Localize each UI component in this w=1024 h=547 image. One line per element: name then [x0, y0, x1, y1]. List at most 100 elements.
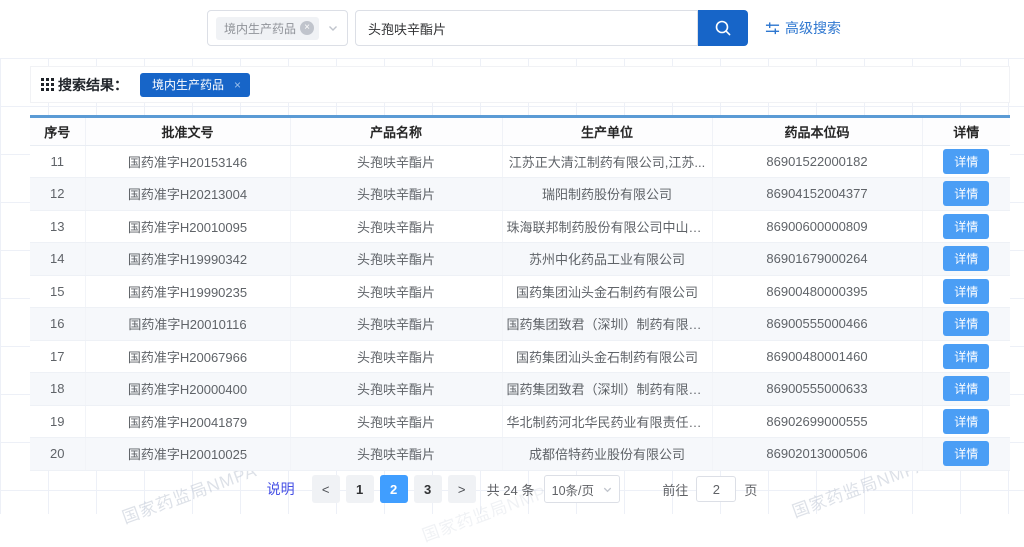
goto-page-group: 前往 页: [662, 476, 757, 502]
table-row: 16国药准字H20010116头孢呋辛酯片国药集团致君（深圳）制药有限公...8…: [30, 308, 1010, 341]
cell-detail: 详情: [922, 340, 1010, 373]
search-category-select[interactable]: 境内生产药品 ×: [207, 10, 348, 46]
column-header-detail: 详情: [922, 118, 1010, 145]
table-row: 11国药准字H20153146头孢呋辛酯片江苏正大清江制药有限公司,江苏...8…: [30, 145, 1010, 178]
results-label-text: 搜索结果：: [58, 75, 128, 95]
grid-icon: [41, 78, 54, 91]
cell-approval: 国药准字H20213004: [85, 178, 290, 211]
goto-prefix-label: 前往: [662, 480, 688, 499]
cell-approval: 国药准字H20041879: [85, 405, 290, 438]
cell-manufacturer: 国药集团汕头金石制药有限公司: [502, 340, 712, 373]
cell-manufacturer: 江苏正大清江制药有限公司,江苏...: [502, 145, 712, 178]
cell-code: 86902013000506: [712, 438, 922, 471]
table-row: 13国药准字H20010095头孢呋辛酯片珠海联邦制药股份有限公司中山分...8…: [30, 210, 1010, 243]
chevron-down-icon: [327, 22, 339, 34]
detail-button[interactable]: 详情: [943, 344, 989, 369]
cell-seq: 17: [30, 340, 85, 373]
detail-button[interactable]: 详情: [943, 409, 989, 434]
cell-approval: 国药准字H20010116: [85, 308, 290, 341]
table-row: 20国药准字H20010025头孢呋辛酯片成都倍特药业股份有限公司8690201…: [30, 438, 1010, 471]
column-header-manufacturer: 生产单位: [502, 118, 712, 145]
cell-manufacturer: 国药集团汕头金石制药有限公司: [502, 275, 712, 308]
table-row: 18国药准字H20000400头孢呋辛酯片国药集团致君（深圳）制药有限公...8…: [30, 373, 1010, 406]
table-header-row: 序号 批准文号 产品名称 生产单位 药品本位码 详情: [30, 118, 1010, 145]
next-page-button[interactable]: >: [448, 475, 476, 503]
table-row: 14国药准字H19990342头孢呋辛酯片苏州中化药品工业有限公司8690167…: [30, 243, 1010, 276]
search-results-bar: 搜索结果： 境内生产药品 ×: [30, 66, 1010, 103]
detail-button[interactable]: 详情: [943, 311, 989, 336]
page-size-value: 10条/页: [552, 480, 594, 499]
cell-detail: 详情: [922, 405, 1010, 438]
cell-code: 86900555000466: [712, 308, 922, 341]
cell-code: 86904152004377: [712, 178, 922, 211]
cell-detail: 详情: [922, 438, 1010, 471]
cell-approval: 国药准字H20067966: [85, 340, 290, 373]
cell-product: 头孢呋辛酯片: [290, 243, 502, 276]
cell-code: 86900480001460: [712, 340, 922, 373]
cell-approval: 国药准字H20153146: [85, 145, 290, 178]
cell-code: 86900600000809: [712, 210, 922, 243]
tag-close-icon[interactable]: ×: [234, 78, 241, 92]
cell-manufacturer: 成都倍特药业股份有限公司: [502, 438, 712, 471]
page-size-select[interactable]: 10条/页: [544, 475, 620, 503]
detail-button[interactable]: 详情: [943, 279, 989, 304]
cell-product: 头孢呋辛酯片: [290, 210, 502, 243]
cell-code: 86900555000633: [712, 373, 922, 406]
results-filter-tag-label: 境内生产药品: [152, 76, 224, 93]
cell-detail: 详情: [922, 373, 1010, 406]
cell-code: 86901679000264: [712, 243, 922, 276]
advanced-search-link[interactable]: 高级搜索: [765, 10, 841, 46]
cell-approval: 国药准字H19990235: [85, 275, 290, 308]
cell-product: 头孢呋辛酯片: [290, 178, 502, 211]
column-header-code: 药品本位码: [712, 118, 922, 145]
cell-approval: 国药准字H19990342: [85, 243, 290, 276]
cell-detail: 详情: [922, 275, 1010, 308]
cell-product: 头孢呋辛酯片: [290, 373, 502, 406]
table-body: 11国药准字H20153146头孢呋辛酯片江苏正大清江制药有限公司,江苏...8…: [30, 145, 1010, 470]
results-filter-tag[interactable]: 境内生产药品 ×: [140, 73, 250, 97]
cell-manufacturer: 苏州中化药品工业有限公司: [502, 243, 712, 276]
cell-detail: 详情: [922, 308, 1010, 341]
note-link[interactable]: 说明: [267, 479, 295, 499]
cell-code: 86900480000395: [712, 275, 922, 308]
cell-approval: 国药准字H20010095: [85, 210, 290, 243]
table-row: 15国药准字H19990235头孢呋辛酯片国药集团汕头金石制药有限公司86900…: [30, 275, 1010, 308]
total-count-text: 共 24 条: [487, 480, 535, 499]
search-icon: [713, 18, 733, 38]
cell-product: 头孢呋辛酯片: [290, 405, 502, 438]
advanced-search-label: 高级搜索: [785, 18, 841, 38]
cell-seq: 19: [30, 405, 85, 438]
content-area: 国家药监局NMPA 国家药监局NMPA 国家药监局NMPA 搜索结果： 境内生产…: [0, 58, 1024, 514]
cell-seq: 14: [30, 243, 85, 276]
cell-manufacturer: 瑞阳制药股份有限公司: [502, 178, 712, 211]
cell-seq: 13: [30, 210, 85, 243]
search-input[interactable]: [355, 10, 698, 46]
prev-page-button[interactable]: <: [312, 475, 340, 503]
table-row: 12国药准字H20213004头孢呋辛酯片瑞阳制药股份有限公司869041520…: [30, 178, 1010, 211]
cell-approval: 国药准字H20010025: [85, 438, 290, 471]
detail-button[interactable]: 详情: [943, 181, 989, 206]
chevron-down-icon: [602, 484, 613, 495]
cell-manufacturer: 国药集团致君（深圳）制药有限公...: [502, 373, 712, 406]
detail-button[interactable]: 详情: [943, 214, 989, 239]
search-button[interactable]: [698, 10, 748, 46]
cell-detail: 详情: [922, 243, 1010, 276]
detail-button[interactable]: 详情: [943, 376, 989, 401]
cell-seq: 15: [30, 275, 85, 308]
cell-code: 86901522000182: [712, 145, 922, 178]
column-header-seq: 序号: [30, 118, 85, 145]
results-table-card: 序号 批准文号 产品名称 生产单位 药品本位码 详情 11国药准字H201531…: [30, 115, 1010, 471]
detail-button[interactable]: 详情: [943, 246, 989, 271]
page-button-1[interactable]: 1: [346, 475, 374, 503]
cell-code: 86902699000555: [712, 405, 922, 438]
cell-manufacturer: 国药集团致君（深圳）制药有限公...: [502, 308, 712, 341]
detail-button[interactable]: 详情: [943, 149, 989, 174]
column-header-product: 产品名称: [290, 118, 502, 145]
category-tag-label: 境内生产药品: [224, 20, 296, 37]
goto-page-input[interactable]: [696, 476, 736, 502]
cell-manufacturer: 华北制药河北华民药业有限责任公...: [502, 405, 712, 438]
page-button-2-active[interactable]: 2: [380, 475, 408, 503]
detail-button[interactable]: 详情: [943, 441, 989, 466]
page-button-3[interactable]: 3: [414, 475, 442, 503]
category-tag-close-icon[interactable]: ×: [300, 21, 314, 35]
